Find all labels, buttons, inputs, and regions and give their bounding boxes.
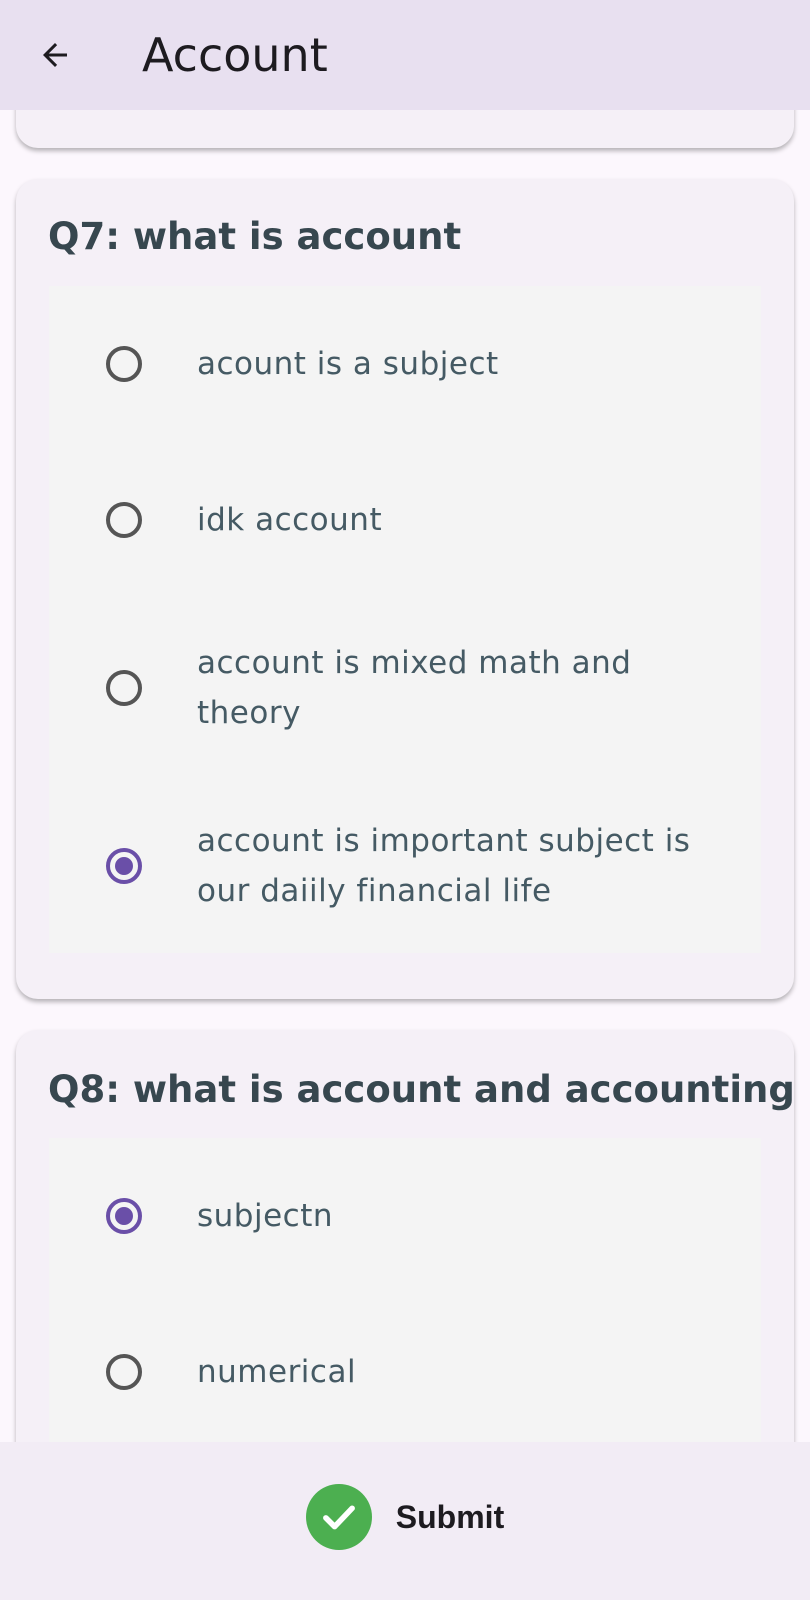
page-title: Account: [142, 28, 328, 82]
arrow-back-icon: [43, 43, 67, 67]
question-list[interactable]: Q7: what is account acount is a subject …: [0, 110, 810, 1442]
option-item[interactable]: idk account: [49, 442, 761, 598]
question-card-q7: Q7: what is account acount is a subject …: [16, 179, 794, 999]
check-circle-icon: [305, 1484, 372, 1550]
previous-question-card: [16, 110, 794, 148]
option-item[interactable]: account is mixed math and theory: [49, 598, 761, 778]
submit-label: Submit: [395, 1498, 505, 1535]
options-group: acount is a subject idk account account …: [49, 286, 761, 953]
option-label: account is mixed math and theory: [197, 645, 632, 731]
radio-checked-icon[interactable]: [106, 1198, 142, 1234]
radio-checked-icon[interactable]: [106, 847, 142, 884]
bottom-bar: Submit: [0, 1442, 810, 1600]
radio-unchecked-icon[interactable]: [106, 346, 142, 382]
radio-unchecked-icon[interactable]: [106, 502, 142, 538]
options-group: subjectn numerical: [49, 1138, 761, 1442]
option-label: subjectn: [197, 1198, 334, 1234]
question-title: Q7: what is account: [48, 215, 462, 258]
option-label: idk account: [197, 502, 383, 538]
option-item[interactable]: subjectn: [49, 1138, 761, 1294]
submit-button[interactable]: Submit: [305, 1484, 505, 1550]
question-card-q8: Q8: what is account and accounting subje…: [16, 1030, 795, 1442]
question-title: Q8: what is account and accounting: [48, 1068, 795, 1111]
option-label: acount is a subject: [197, 346, 499, 382]
option-item[interactable]: numerical: [49, 1294, 761, 1442]
option-label: numerical: [197, 1354, 357, 1390]
option-item[interactable]: account is important subject is our daii…: [49, 778, 761, 953]
radio-unchecked-icon[interactable]: [106, 1354, 142, 1390]
option-item[interactable]: acount is a subject: [49, 286, 761, 442]
option-label: account is important subject is our daii…: [197, 822, 691, 909]
back-button[interactable]: [26, 26, 84, 84]
radio-unchecked-icon[interactable]: [106, 670, 142, 706]
app-bar: Account: [0, 0, 810, 110]
